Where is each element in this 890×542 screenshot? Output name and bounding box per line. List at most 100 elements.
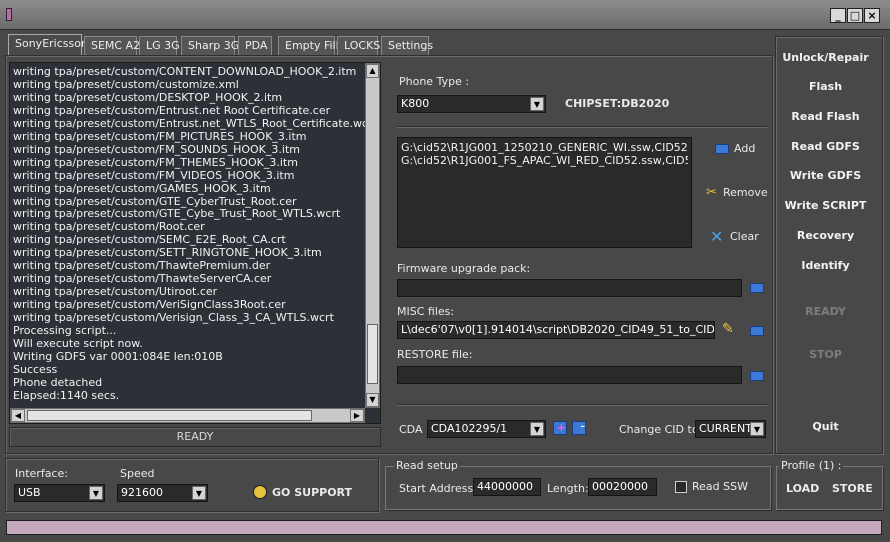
minimize-button[interactable]: _	[830, 8, 846, 23]
length-label: Length:	[547, 482, 589, 495]
chevron-down-icon[interactable]: ▼	[530, 422, 544, 436]
speed-label: Speed	[120, 467, 155, 480]
unlock-repair-button[interactable]: Unlock/Repair	[778, 51, 873, 64]
log-line: writing tpa/preset/custom/SETT_RINGTONE_…	[13, 247, 322, 260]
add-cda-icon[interactable]: +	[553, 421, 567, 435]
divider	[397, 126, 767, 127]
x-icon: ✕	[710, 227, 724, 246]
log-line: writing tpa/preset/custom/Entrust.net Ro…	[13, 104, 331, 117]
tab-settings[interactable]: Settings	[381, 36, 433, 55]
list-item[interactable]: G:\cid52\R1JG001_1250210_GENERIC_WI.ssw,…	[401, 141, 688, 154]
log-line: writing tpa/preset/custom/GAMES_HOOK_3.i…	[13, 182, 271, 195]
interface-select[interactable]: USB ▼	[14, 484, 105, 502]
folder-icon[interactable]	[750, 326, 764, 336]
log-line: writing tpa/preset/custom/Entrust.net_WT…	[13, 117, 365, 130]
read-ssw-label: Read SSW	[692, 480, 748, 493]
chevron-down-icon[interactable]: ▼	[192, 486, 206, 500]
log-line: writing tpa/preset/custom/GTE_Cybe_Trust…	[13, 208, 341, 221]
quit-button[interactable]: Quit	[778, 420, 873, 433]
identify-button[interactable]: Identify	[778, 259, 873, 272]
ready-indicator: READY	[805, 305, 846, 318]
log-vscroll[interactable]: ▲ ▼	[365, 63, 380, 408]
folder-icon[interactable]	[750, 283, 764, 293]
scroll-right-icon[interactable]: ▶	[350, 409, 364, 422]
read-gdfs-button[interactable]: Read GDFS	[778, 140, 873, 153]
log-lines: writing tpa/preset/custom/CONTENT_DOWNLO…	[13, 66, 365, 403]
scroll-left-icon[interactable]: ◀	[11, 409, 25, 422]
change-cid-label: Change CID to	[619, 423, 699, 436]
title-bar: _ □ ×	[0, 0, 890, 30]
remove-cda-icon[interactable]: –	[572, 421, 586, 435]
log-line: writing tpa/preset/custom/DESKTOP_HOOK_2…	[13, 91, 283, 104]
log-line: writing tpa/preset/custom/FM_THEMES_HOOK…	[13, 156, 298, 169]
load-button[interactable]: LOAD	[786, 482, 819, 495]
remove-label: Remove	[723, 186, 768, 199]
store-button[interactable]: STORE	[832, 482, 873, 495]
speed-value: 921600	[121, 486, 163, 499]
remove-button[interactable]: ✂ Remove	[704, 185, 774, 201]
interface-label: Interface:	[15, 467, 68, 480]
cda-label: CDA	[399, 423, 423, 436]
tab-sharp-3g[interactable]: Sharp 3G	[181, 36, 239, 55]
start-address-field[interactable]: 44000000	[473, 478, 541, 496]
speed-select[interactable]: 921600 ▼	[117, 484, 208, 502]
list-item[interactable]: G:\cid52\R1JG001_FS_APAC_WI_RED_CID52.ss…	[401, 154, 688, 167]
log-line: Will execute script now.	[13, 338, 143, 351]
chevron-down-icon[interactable]: ▼	[89, 486, 103, 500]
read-ssw-checkbox[interactable]	[675, 481, 687, 493]
tab-pda[interactable]: PDA	[238, 36, 272, 55]
chevron-down-icon[interactable]: ▼	[530, 97, 544, 111]
log-hscroll[interactable]: ◀ ▶	[10, 408, 365, 423]
scroll-down-icon[interactable]: ▼	[366, 393, 379, 407]
maximize-button[interactable]: □	[847, 8, 863, 23]
recovery-button[interactable]: Recovery	[778, 229, 873, 242]
log-output[interactable]: writing tpa/preset/custom/CONTENT_DOWNLO…	[9, 62, 381, 424]
phone-type-select[interactable]: K800 ▼	[397, 95, 546, 113]
write-gdfs-button[interactable]: Write GDFS	[778, 169, 873, 182]
scissors-icon: ✂	[706, 185, 717, 200]
support-icon	[253, 485, 267, 499]
tab-lg-3g[interactable]: LG 3G	[139, 36, 180, 55]
fup-field[interactable]	[397, 279, 742, 297]
firmware-list[interactable]: G:\cid52\R1JG001_1250210_GENERIC_WI.ssw,…	[397, 137, 692, 248]
add-button[interactable]: Add	[713, 141, 773, 157]
close-button[interactable]: ×	[864, 8, 880, 23]
scroll-up-icon[interactable]: ▲	[366, 64, 379, 78]
log-line: Writing GDFS var 0001:084E len:010B	[13, 350, 223, 363]
tab-semc-a2[interactable]: SEMC A2	[84, 36, 140, 55]
go-support-label: GO SUPPORT	[272, 486, 353, 499]
log-line: writing tpa/preset/custom/FM_PICTURES_HO…	[13, 130, 307, 143]
change-cid-select[interactable]: CURRENT ▼	[695, 420, 766, 438]
action-panel	[775, 36, 883, 454]
app-icon	[6, 8, 12, 21]
cda-value: CDA102295/1	[431, 422, 508, 435]
write-script-button[interactable]: Write SCRIPT	[778, 199, 873, 212]
flash-button[interactable]: Flash	[778, 80, 873, 93]
log-hscroll-thumb[interactable]	[27, 410, 312, 421]
log-line: Success	[13, 363, 58, 376]
cda-select[interactable]: CDA102295/1 ▼	[427, 420, 546, 438]
phone-type-label: Phone Type :	[399, 75, 470, 88]
log-line: writing tpa/preset/custom/CONTENT_DOWNLO…	[13, 66, 357, 78]
length-field[interactable]: 00020000	[588, 478, 657, 496]
start-address-label: Start Address:	[399, 482, 477, 495]
tab-sonyericsson[interactable]: SonyEricsson	[8, 34, 88, 56]
pencil-icon[interactable]: ✎	[722, 321, 734, 337]
interface-value: USB	[18, 486, 41, 499]
chevron-down-icon[interactable]: ▼	[750, 422, 764, 436]
restore-field[interactable]	[397, 366, 742, 384]
folder-icon[interactable]	[750, 371, 764, 381]
go-support-button[interactable]: GO SUPPORT	[253, 485, 353, 501]
read-flash-button[interactable]: Read Flash	[778, 110, 873, 123]
folder-icon	[715, 144, 729, 154]
log-line: writing tpa/preset/custom/VeriSignClass3…	[13, 299, 286, 312]
clear-button[interactable]: ✕ Clear	[709, 227, 769, 246]
misc-field[interactable]: L\dec6'07\v0[1].914014\script\DB2020_CID…	[397, 321, 715, 339]
tab-locks[interactable]: LOCKS	[337, 36, 380, 55]
tab-empty-fill[interactable]: Empty Fill	[278, 36, 339, 55]
phone-type-value: K800	[401, 97, 430, 110]
add-label: Add	[734, 142, 756, 155]
chipset-label: CHIPSET:DB2020	[565, 97, 670, 110]
log-vscroll-thumb[interactable]	[367, 324, 378, 384]
stop-button[interactable]: STOP	[778, 348, 873, 361]
